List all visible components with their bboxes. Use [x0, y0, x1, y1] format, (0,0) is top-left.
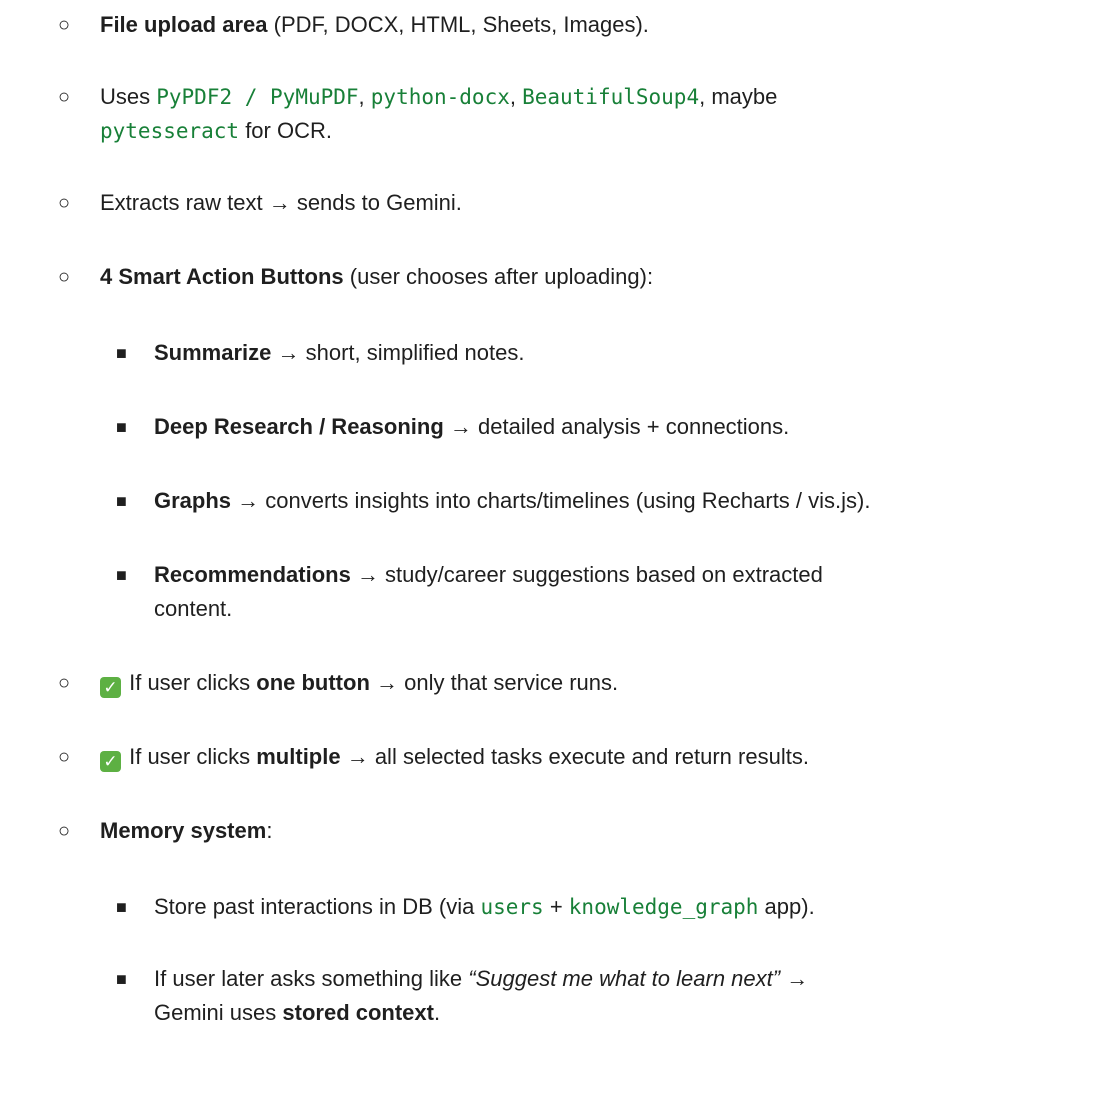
item-bold: multiple [256, 744, 341, 769]
list-item: ■ Summarize → short, simplified notes. [116, 336, 1104, 370]
item-text: Store past interactions in DB (via [154, 894, 481, 919]
bullet-square-icon: ■ [116, 491, 127, 511]
list-item: ○ File upload area (PDF, DOCX, HTML, She… [58, 8, 1100, 42]
item-text: Extracts raw text → sends to Gemini. [100, 190, 462, 215]
bullet-square-icon: ■ [116, 565, 127, 585]
item-text: , [509, 84, 523, 109]
code-span: users [480, 895, 544, 919]
bullet-circle-icon: ○ [58, 746, 71, 768]
item-bold: one button [256, 670, 370, 695]
list-item: ■ Deep Research / Reasoning → detailed a… [116, 410, 1104, 444]
code-span: pytesseract [100, 119, 240, 143]
item-bold: Memory system [100, 818, 267, 843]
list-item: ○ Memory system: [58, 814, 1100, 848]
item-text: for OCR. [239, 118, 332, 143]
bullet-circle-icon: ○ [58, 266, 71, 288]
item-text: , maybe [699, 84, 778, 109]
item-text: If user later asks something like [154, 966, 469, 991]
item-text: + [543, 894, 569, 919]
list-item: ○ Uses PyPDF2 / PyMuPDF, python-docx, Be… [58, 80, 1100, 148]
bullet-square-icon: ■ [116, 417, 127, 437]
item-text: content. [154, 596, 233, 621]
bullet-circle-icon: ○ [58, 820, 71, 842]
bullet-square-icon: ■ [116, 897, 127, 917]
list-item: ■ Graphs → converts insights into charts… [116, 484, 1114, 518]
item-text: (PDF, DOCX, HTML, Sheets, Images). [267, 12, 649, 37]
item-text: app). [758, 894, 815, 919]
item-text: , [358, 84, 371, 109]
list-item: ■ Recommendations → study/career suggest… [116, 558, 1104, 626]
bullet-circle-icon: ○ [58, 14, 71, 36]
list-item: ○ ✓ If user clicks one button → only tha… [58, 666, 1100, 700]
list-item: ○ Extracts raw text → sends to Gemini. [58, 186, 1100, 220]
item-bold: Recommendations [154, 562, 351, 587]
item-text: If user clicks [123, 744, 257, 769]
code-span: PyPDF2 / PyMuPDF [156, 85, 359, 109]
document-page: ○ File upload area (PDF, DOCX, HTML, She… [0, 0, 1118, 1100]
item-text: (user chooses after uploading): [343, 264, 654, 289]
quote-text: “Suggest me what to learn next” [468, 966, 781, 991]
bullet-circle-icon: ○ [58, 192, 71, 214]
bullet-square-icon: ■ [116, 969, 127, 989]
bullet-circle-icon: ○ [58, 672, 71, 694]
code-span: python-docx [370, 85, 510, 109]
item-text: Uses [100, 84, 157, 109]
check-mark-icon: ✓ [100, 677, 121, 698]
item-text: → all selected tasks execute and return … [340, 744, 809, 769]
code-span: BeautifulSoup4 [522, 85, 700, 109]
bullet-circle-icon: ○ [58, 86, 71, 108]
list-item: ○ 4 Smart Action Buttons (user chooses a… [58, 260, 1100, 294]
list-item: ○ ✓ If user clicks multiple → all select… [58, 740, 1100, 774]
check-mark-icon: ✓ [100, 751, 121, 772]
list-item: ■ If user later asks something like “Sug… [116, 962, 1104, 1030]
item-bold: File upload area [100, 12, 268, 37]
item-text: : [266, 818, 273, 843]
item-text: → only that service runs. [369, 670, 619, 695]
item-bold: Graphs [154, 488, 232, 513]
item-text: → short, simplified notes. [271, 340, 525, 365]
item-text: If user clicks [123, 670, 257, 695]
item-bold: stored context [282, 1000, 434, 1025]
bullet-square-icon: ■ [116, 343, 127, 363]
item-text: → converts insights into charts/timeline… [231, 488, 871, 513]
item-bold: Deep Research / Reasoning [154, 414, 444, 439]
item-bold: 4 Smart Action Buttons [100, 264, 344, 289]
item-text: → detailed analysis + connections. [443, 414, 790, 439]
code-span: knowledge_graph [568, 895, 759, 919]
item-text: → study/career suggestions based on extr… [350, 562, 823, 587]
item-text: → [780, 966, 809, 991]
item-text: . [433, 1000, 441, 1025]
item-text: Gemini uses [154, 1000, 283, 1025]
list-item: ■ Store past interactions in DB (via use… [116, 890, 1104, 924]
item-bold: Summarize [154, 340, 272, 365]
